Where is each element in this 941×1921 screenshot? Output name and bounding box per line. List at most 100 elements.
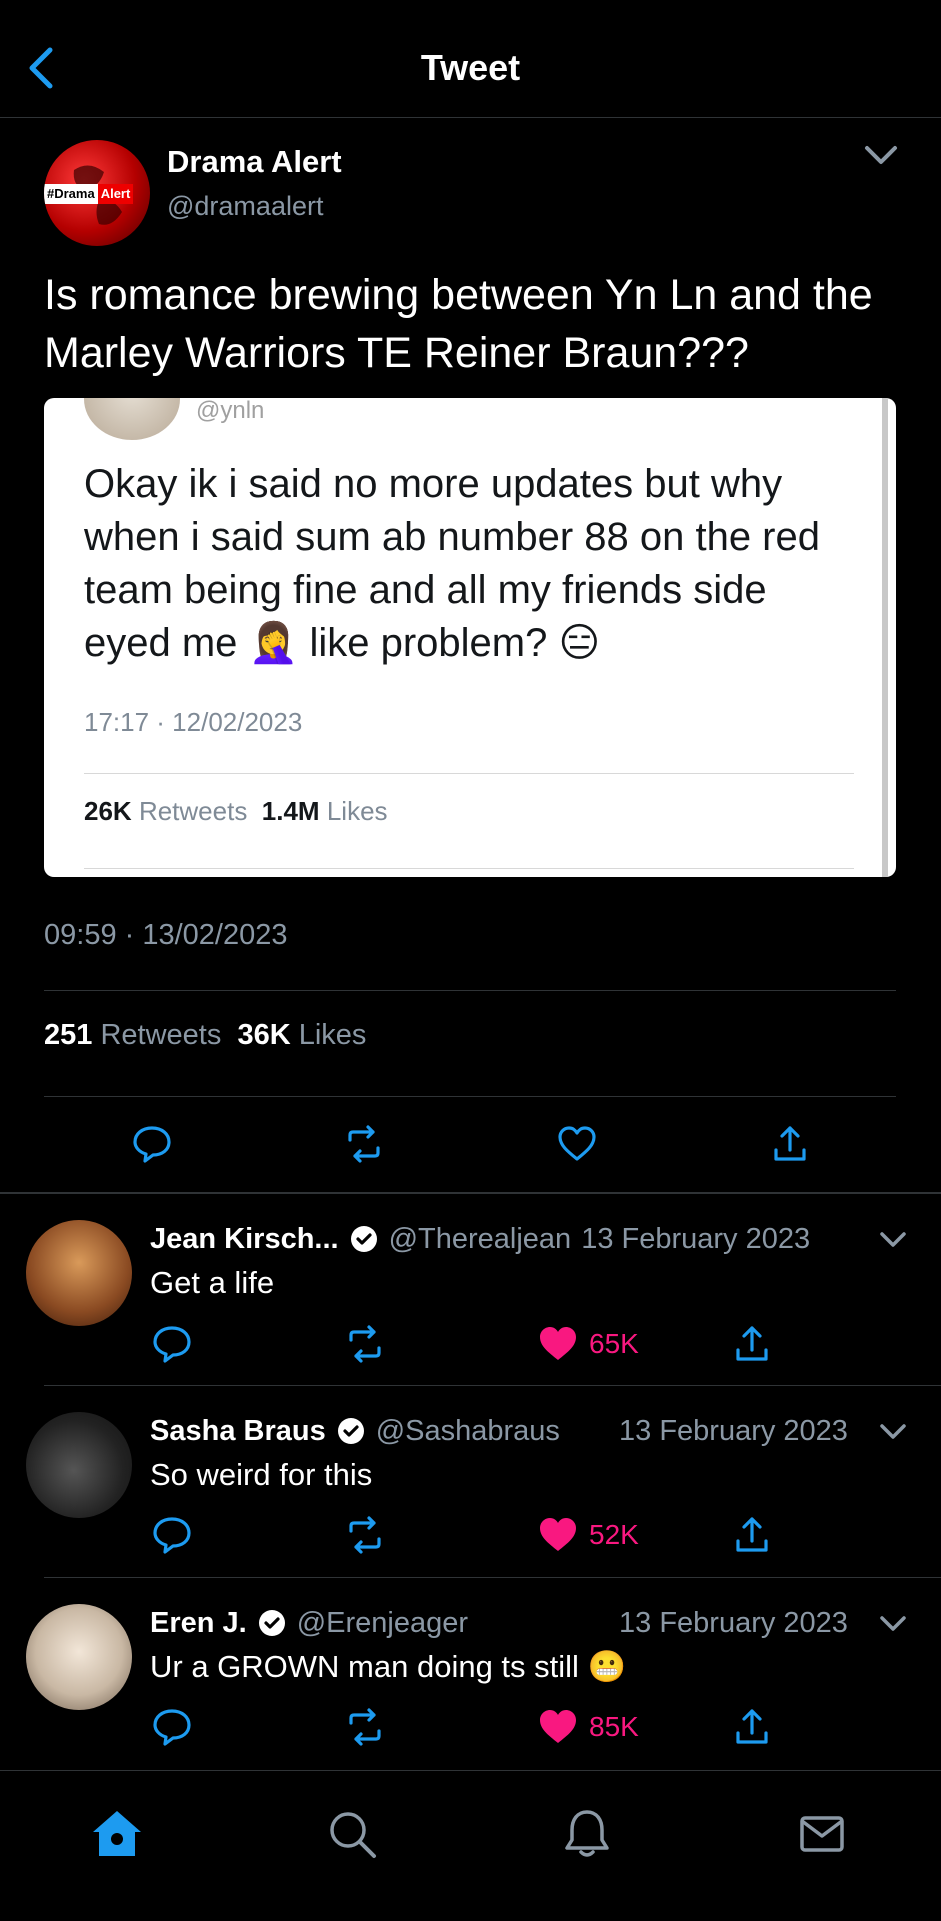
- quote-retweet-count: 26K: [84, 796, 132, 826]
- divider: [0, 1192, 941, 1194]
- retweet-icon: [349, 1516, 381, 1554]
- heart-filled-icon: [540, 1327, 576, 1360]
- quote-timestamp: 17:17 · 12/02/2023: [84, 707, 303, 737]
- author-handle[interactable]: @dramaalert: [167, 188, 323, 224]
- more-options-button[interactable]: [862, 140, 900, 170]
- quote-retweet-label: Retweets: [138, 796, 248, 826]
- reply-like-count: 85K: [589, 1711, 639, 1742]
- header-bar: Tweet: [0, 0, 941, 118]
- like-button[interactable]: [536, 1322, 580, 1366]
- tweet-text: Is romance brewing between Yn Ln and the…: [44, 271, 873, 377]
- bottom-nav: [0, 1770, 941, 1921]
- divider: [44, 1385, 941, 1386]
- share-button[interactable]: [768, 1122, 812, 1166]
- reply-avatar[interactable]: [26, 1604, 132, 1710]
- like-button[interactable]: [555, 1122, 599, 1166]
- reply-date: 13 February 2023: [619, 1606, 848, 1639]
- reply-avatar[interactable]: [26, 1412, 132, 1518]
- reply-author-name[interactable]: Eren J.: [150, 1607, 247, 1640]
- verified-badge-icon: [337, 1418, 364, 1444]
- reply-author-handle[interactable]: @Erenjeager: [297, 1607, 468, 1640]
- share-icon: [736, 1326, 768, 1361]
- reply-button[interactable]: [150, 1322, 194, 1366]
- reply-like-count: 65K: [589, 1328, 639, 1359]
- tweet-timestamp: 09:59 · 13/02/2023: [44, 919, 288, 951]
- reply-more-button[interactable]: [878, 1420, 908, 1444]
- reply-icon: [133, 1126, 171, 1163]
- like-label[interactable]: Likes: [299, 1019, 367, 1051]
- quote-like-count: 1.4M: [261, 796, 320, 826]
- reply-author-handle[interactable]: @Therealjean: [389, 1223, 572, 1256]
- search-icon: [330, 1812, 376, 1858]
- badge-text-left: #Drama: [44, 184, 98, 204]
- reply-header: Eren J. @Erenjeager: [150, 1603, 468, 1643]
- retweet-icon: [348, 1125, 380, 1163]
- heart-icon: [558, 1126, 596, 1161]
- bell-icon: [565, 1810, 609, 1857]
- nav-search[interactable]: [324, 1806, 380, 1862]
- chevron-down-icon: [880, 1424, 906, 1439]
- retweet-count[interactable]: 251: [44, 1019, 92, 1051]
- nav-notifications[interactable]: [559, 1806, 615, 1862]
- author-name[interactable]: Drama Alert: [167, 142, 342, 182]
- verified-badge-icon: [258, 1610, 285, 1636]
- divider: [44, 1577, 941, 1578]
- share-button[interactable]: [730, 1705, 774, 1749]
- chevron-down-icon: [880, 1232, 906, 1247]
- retweet-label[interactable]: Retweets: [100, 1019, 221, 1051]
- share-button[interactable]: [730, 1513, 774, 1557]
- retweet-button[interactable]: [342, 1122, 386, 1166]
- retweet-button[interactable]: [343, 1513, 387, 1557]
- reply-author-name[interactable]: Jean Kirsch...: [150, 1223, 339, 1256]
- heart-filled-icon: [540, 1710, 576, 1743]
- quote-handle: @ynln: [196, 398, 265, 424]
- reply-author-name[interactable]: Sasha Braus: [150, 1415, 326, 1448]
- like-button[interactable]: [536, 1513, 580, 1557]
- author-avatar[interactable]: #Drama Alert: [44, 140, 150, 246]
- divider: [44, 990, 896, 991]
- reply-button[interactable]: [130, 1122, 174, 1166]
- reply-more-button[interactable]: [878, 1228, 908, 1252]
- reply-date: 13 February 2023: [619, 1414, 848, 1447]
- chevron-down-icon: [865, 146, 897, 164]
- like-button[interactable]: [536, 1705, 580, 1749]
- divider: [84, 773, 854, 774]
- reply-icon: [153, 1709, 191, 1746]
- share-button[interactable]: [730, 1322, 774, 1366]
- quote-text: Okay ik i said no more updates but why w…: [84, 462, 820, 665]
- quote-like-label: Likes: [326, 796, 388, 826]
- chevron-down-icon: [880, 1616, 906, 1631]
- tweet-stats: 251 Retweets 36K Likes: [44, 1016, 366, 1054]
- reply-text: Get a life: [150, 1265, 275, 1300]
- divider: [44, 1096, 896, 1097]
- reply-header: Sasha Braus @Sashabraus: [150, 1411, 560, 1451]
- reply-like-count: 52K: [589, 1519, 639, 1550]
- heart-filled-icon: [540, 1518, 576, 1551]
- scrollbar: [882, 398, 888, 877]
- reply-text: Ur a GROWN man doing ts still 😬: [150, 1649, 627, 1684]
- like-count[interactable]: 36K: [237, 1019, 290, 1051]
- nav-home[interactable]: [89, 1806, 145, 1862]
- verified-badge-icon: [350, 1226, 377, 1252]
- reply-date: 13 February 2023: [581, 1222, 811, 1255]
- reply-button[interactable]: [150, 1705, 194, 1749]
- reply-more-button[interactable]: [878, 1612, 908, 1636]
- reply-button[interactable]: [150, 1513, 194, 1557]
- share-icon: [774, 1126, 806, 1161]
- retweet-icon: [349, 1325, 381, 1363]
- avatar-badge: #Drama Alert: [44, 184, 134, 204]
- mail-icon: [800, 1816, 844, 1852]
- quoted-image[interactable]: @ynln Okay ik i said no more updates but…: [44, 398, 896, 877]
- reply-text: So weird for this: [150, 1457, 373, 1492]
- share-icon: [736, 1709, 768, 1744]
- quote-stats: 26K Retweets 1.4M Likes: [84, 794, 388, 828]
- reply-avatar[interactable]: [26, 1220, 132, 1326]
- divider: [84, 868, 854, 869]
- retweet-button[interactable]: [343, 1705, 387, 1749]
- reply-icon: [153, 1326, 191, 1363]
- page-title: Tweet: [420, 47, 521, 88]
- nav-messages[interactable]: [794, 1806, 850, 1862]
- reply-author-handle[interactable]: @Sashabraus: [376, 1415, 560, 1448]
- retweet-button[interactable]: [343, 1322, 387, 1366]
- reply-icon: [153, 1517, 191, 1554]
